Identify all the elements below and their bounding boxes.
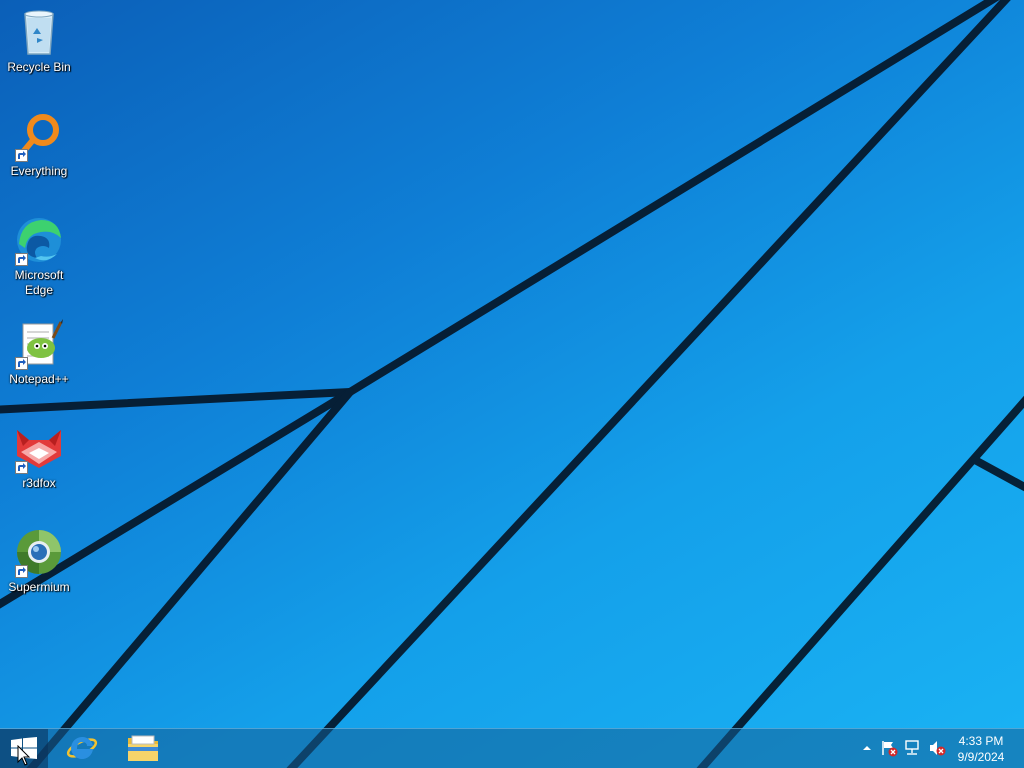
wallpaper-lines [0,0,1024,768]
desktop-icon-label: Microsoft Edge [14,268,64,297]
chevron-up-icon [863,746,871,750]
shortcut-arrow-icon [15,357,28,370]
network-icon [905,740,919,755]
recycle-bin-icon [24,10,54,55]
show-hidden-icons-button[interactable] [858,739,876,757]
taskbar-app-file-explorer[interactable] [112,729,172,768]
shortcut-arrow-icon [15,253,28,266]
shortcut-arrow-icon [15,565,28,578]
tray-action-center[interactable] [880,739,898,757]
internet-explorer-icon [66,736,98,759]
shortcut-arrow-icon [15,461,28,474]
taskbar-app-internet-explorer[interactable] [52,729,112,768]
desktop-icon-notepadpp[interactable]: Notepad++ [2,318,76,387]
mouse-cursor-icon [17,745,31,766]
desktop-icon-r3dfox[interactable]: r3dfox [2,422,76,491]
desktop-icon-label: Supermium [8,580,70,594]
desktop-icon-microsoft-edge[interactable]: Microsoft Edge [2,214,76,298]
taskbar-clock[interactable]: 4:33 PM 9/9/2024 [946,733,1016,765]
clock-date: 9/9/2024 [957,750,1005,764]
system-tray: 4:33 PM 9/9/2024 [844,729,1024,768]
taskbar: 4:33 PM 9/9/2024 [0,728,1024,768]
tray-volume[interactable] [928,739,946,757]
file-explorer-icon [128,735,158,761]
desktop-icon-everything[interactable]: Everything [2,110,76,179]
desktop-icon-label: Recycle Bin [7,60,71,74]
desktop-icon-recycle-bin[interactable]: Recycle Bin [2,6,76,75]
desktop-icon-label: Everything [10,164,68,178]
desktop: Recycle Bin Everything Microsoft Edge No… [0,0,1024,768]
desktop-icon-label: r3dfox [22,476,56,490]
tray-network[interactable] [904,739,922,757]
clock-time: 4:33 PM [958,734,1004,748]
desktop-icon-label: Notepad++ [9,372,69,386]
volume-muted-icon [930,741,946,756]
shortcut-arrow-icon [15,149,28,162]
action-center-flag-icon [882,741,898,757]
desktop-icon-supermium[interactable]: Supermium [2,526,76,595]
